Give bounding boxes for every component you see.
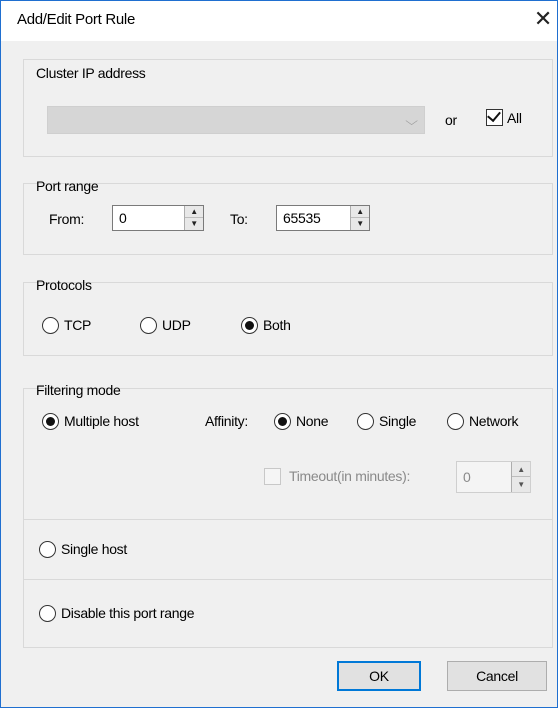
protocol-tcp-radio[interactable]	[42, 317, 59, 334]
cancel-button[interactable]: Cancel	[447, 661, 547, 691]
affinity-none-radio[interactable]	[274, 413, 291, 430]
spin-down-icon[interactable]: ▼	[351, 218, 369, 230]
protocol-both-label: Both	[263, 317, 291, 333]
from-label: From:	[49, 211, 85, 227]
timeout-checkbox[interactable]	[264, 468, 281, 485]
single-host-label: Single host	[61, 541, 127, 557]
cluster-ip-label: Cluster IP address	[36, 65, 146, 81]
cluster-ip-combobox[interactable]: ⌵	[47, 106, 425, 134]
filtering-divider-1	[23, 519, 553, 520]
multiple-host-label: Multiple host	[64, 413, 139, 429]
from-port-value: 0	[119, 210, 127, 226]
disable-port-range-label: Disable this port range	[61, 605, 195, 621]
from-port-arrows[interactable]: ▲ ▼	[184, 206, 203, 230]
protocol-udp-label: UDP	[162, 317, 191, 333]
disable-port-range-radio[interactable]	[39, 605, 56, 622]
radio-selected-dot	[46, 417, 55, 426]
radio-selected-dot	[278, 417, 287, 426]
affinity-single-label: Single	[379, 413, 417, 429]
timeout-label: Timeout(in minutes):	[289, 468, 411, 484]
dialog-title: Add/Edit Port Rule	[17, 11, 135, 28]
filtering-mode-label: Filtering mode	[36, 382, 121, 398]
checkmark-icon	[487, 107, 501, 123]
port-range-label: Port range	[36, 178, 99, 194]
all-checkbox[interactable]	[486, 107, 503, 126]
timeout-arrows[interactable]: ▲ ▼	[511, 462, 530, 492]
to-label: To:	[230, 211, 248, 227]
affinity-single-radio[interactable]	[357, 413, 374, 430]
to-port-stepper[interactable]: 65535 ▲ ▼	[276, 205, 370, 231]
from-port-stepper[interactable]: 0 ▲ ▼	[112, 205, 204, 231]
to-port-arrows[interactable]: ▲ ▼	[350, 206, 369, 230]
affinity-network-radio[interactable]	[447, 413, 464, 430]
spin-down-icon[interactable]: ▼	[185, 218, 203, 230]
spin-up-icon[interactable]: ▲	[351, 206, 369, 218]
all-label: All	[507, 110, 522, 126]
radio-selected-dot	[245, 321, 254, 330]
timeout-value: 0	[463, 469, 471, 485]
protocols-label: Protocols	[36, 277, 92, 293]
close-icon[interactable]: ✕	[532, 8, 554, 32]
multiple-host-radio[interactable]	[42, 413, 59, 430]
spin-down-icon[interactable]: ▼	[512, 477, 530, 492]
or-label: or	[445, 112, 457, 128]
timeout-stepper[interactable]: 0 ▲ ▼	[456, 461, 531, 493]
to-port-value: 65535	[283, 210, 321, 226]
affinity-none-label: None	[296, 413, 329, 429]
single-host-radio[interactable]	[39, 541, 56, 558]
chevron-down-icon: ⌵	[405, 114, 418, 128]
ok-button[interactable]: OK	[337, 661, 421, 691]
add-edit-port-rule-dialog: Add/Edit Port Rule ✕ Cluster IP address …	[0, 0, 558, 708]
filtering-divider-2	[23, 579, 553, 580]
title-bar: Add/Edit Port Rule ✕	[1, 1, 557, 41]
protocol-udp-radio[interactable]	[140, 317, 157, 334]
affinity-network-label: Network	[469, 413, 519, 429]
protocol-tcp-label: TCP	[64, 317, 92, 333]
spin-up-icon[interactable]: ▲	[185, 206, 203, 218]
protocol-both-radio[interactable]	[241, 317, 258, 334]
affinity-label: Affinity:	[205, 413, 248, 429]
spin-up-icon[interactable]: ▲	[512, 462, 530, 477]
